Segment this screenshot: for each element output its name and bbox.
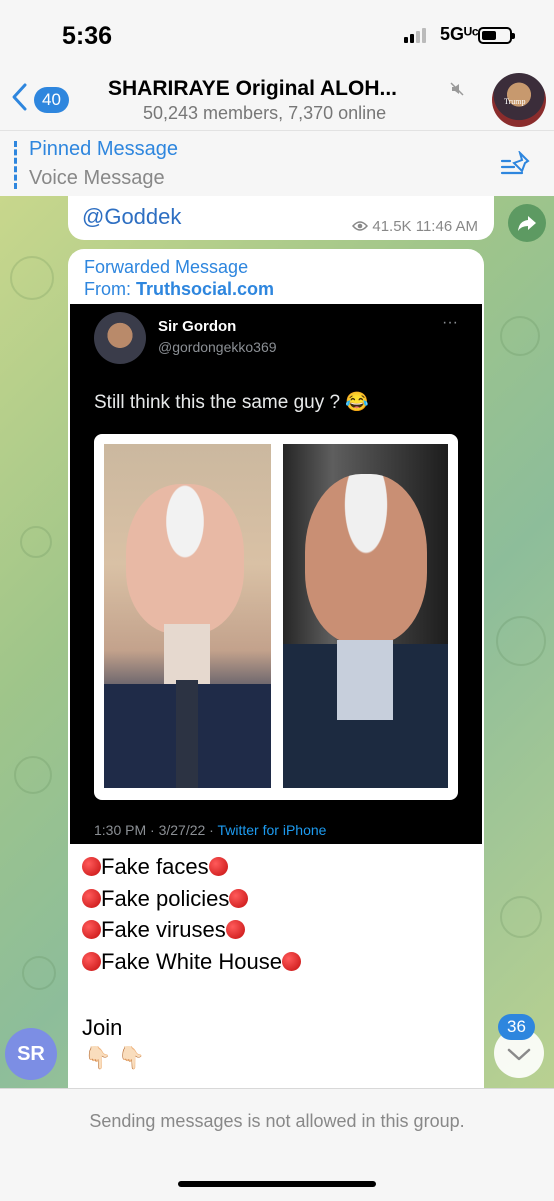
- red-circle-icon: [208, 857, 228, 876]
- wallpaper-doodle: [496, 616, 546, 666]
- message-bubble[interactable]: Forwarded Message From: Truthsocial.com …: [68, 249, 484, 1088]
- eye-icon: [352, 218, 369, 235]
- wallpaper-doodle: [500, 316, 540, 356]
- red-circle-icon: [229, 888, 249, 908]
- forwarded-from[interactable]: From: Truthsocial.com: [84, 279, 274, 300]
- text-line: Fake faces: [82, 851, 301, 883]
- message-text: Fake faces Fake policies Fake viruses Fa…: [82, 851, 301, 977]
- message-time: 11:46 AM: [415, 218, 478, 235]
- forwarded-source[interactable]: Truthsocial.com: [136, 279, 274, 299]
- wallpaper-doodle: [22, 956, 56, 990]
- battery-icon: [478, 27, 515, 44]
- forwarded-from-label: From:: [84, 279, 131, 299]
- pinned-title: Pinned Message: [29, 138, 178, 160]
- tweet-photo-frame: [94, 434, 458, 800]
- text-line: Fake policies: [82, 883, 301, 915]
- tweet-author-handle: @gordongekko369: [158, 339, 277, 355]
- red-circle-icon: [225, 920, 245, 939]
- unread-count-badge[interactable]: 36: [498, 1014, 535, 1040]
- chat-header: 40 SHARIRAYE Original ALOH... 50,243 mem…: [0, 70, 554, 130]
- sender-avatar[interactable]: SR: [5, 1028, 57, 1080]
- pointing-down-icon: 👇🏻 👇🏻: [84, 1045, 145, 1070]
- message-bubble[interactable]: @Goddek 41.5K 11:46 AM: [68, 196, 494, 240]
- red-circle-icon: [82, 951, 101, 971]
- tweet-client: Twitter for iPhone: [217, 822, 327, 838]
- pinned-subtitle: Voice Message: [29, 167, 165, 189]
- message-handle[interactable]: @Goddek: [82, 204, 181, 230]
- text-line: Fake White House: [82, 946, 301, 978]
- red-circle-icon: [82, 857, 101, 876]
- back-unread-badge[interactable]: 40: [34, 87, 69, 113]
- more-dots-icon: ···: [442, 314, 458, 331]
- channel-avatar-text: Trump: [504, 97, 526, 106]
- sending-disabled-note: Sending messages is not allowed in this …: [89, 1111, 465, 1131]
- join-text: Join: [82, 1015, 123, 1040]
- pinned-indicator: [14, 141, 20, 189]
- channel-avatar[interactable]: Trump: [492, 73, 546, 127]
- mute-icon: [450, 82, 464, 99]
- text-line: Fake viruses: [82, 914, 301, 946]
- wallpaper-doodle: [10, 256, 54, 300]
- red-circle-icon: [82, 888, 101, 908]
- tweet-author-name: Sir Gordon: [158, 318, 237, 335]
- status-time: 5:36: [62, 22, 113, 50]
- status-bar: 5:36 5Gᵁᶜ: [0, 0, 554, 70]
- home-indicator[interactable]: [178, 1181, 376, 1187]
- pinned-message-bar[interactable]: Pinned Message Voice Message: [0, 130, 554, 198]
- wallpaper-doodle: [20, 526, 52, 558]
- input-bar: Sending messages is not allowed in this …: [0, 1088, 554, 1201]
- pin-list-icon[interactable]: [500, 149, 532, 182]
- tweet-timestamp: 1:30 PM · 3/27/22 ·: [94, 822, 218, 838]
- network-label: 5Gᵁᶜ: [440, 24, 479, 44]
- back-chevron-icon[interactable]: [10, 82, 30, 118]
- tweet-image[interactable]: Sir Gordon @gordongekko369 ··· Still thi…: [70, 304, 482, 844]
- tweet-photo-left: [104, 444, 271, 788]
- tweet-photo-right: [283, 444, 448, 788]
- red-circle-icon: [281, 951, 301, 971]
- forwarded-label: Forwarded Message: [84, 257, 249, 277]
- message-meta: 41.5K 11:46 AM: [352, 218, 478, 235]
- wallpaper-doodle: [500, 896, 542, 938]
- share-arrow-icon[interactable]: [508, 204, 546, 242]
- signal-icon: [404, 28, 426, 43]
- chat-member-count: 50,243 members, 7,370 online: [143, 103, 387, 123]
- chat-title[interactable]: SHARIRAYE Original ALOH...: [108, 77, 397, 101]
- wallpaper-doodle: [14, 756, 52, 794]
- tweet-text: Still think this the same guy ? 😂: [94, 392, 369, 413]
- chat-area[interactable]: @Goddek 41.5K 11:46 AM Forwarded Message…: [0, 196, 554, 1088]
- tweet-meta: 1:30 PM · 3/27/22 · Twitter for iPhone: [94, 822, 326, 838]
- view-count: 41.5K: [372, 218, 412, 235]
- red-circle-icon: [82, 920, 101, 939]
- tweet-avatar: [94, 312, 146, 364]
